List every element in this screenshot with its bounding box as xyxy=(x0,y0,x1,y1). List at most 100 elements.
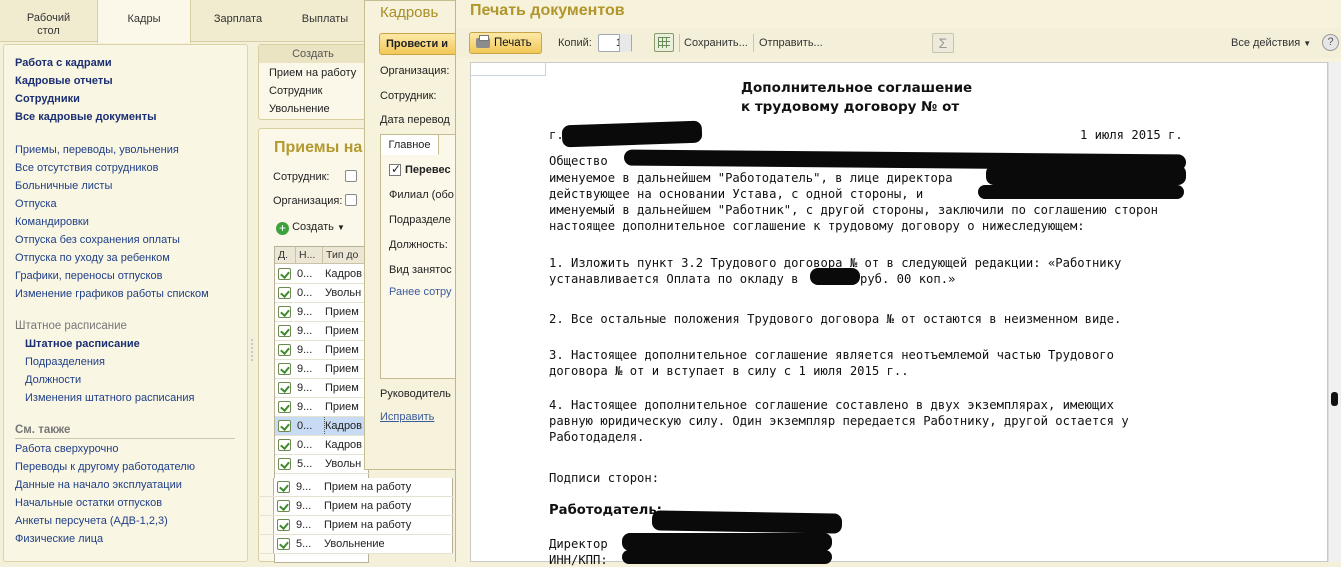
nav-link-business-trips[interactable]: Командировки xyxy=(15,216,89,228)
table-row[interactable]: 5... Увольнение xyxy=(258,535,453,554)
tab-payments[interactable]: Выплаты xyxy=(285,0,365,42)
nav-link-all-documents[interactable]: Все кадровые документы xyxy=(15,111,156,123)
row-number: 9... xyxy=(297,306,313,318)
doc-title-line2: к трудовому договору № от xyxy=(741,99,960,115)
dropdown-arrow-icon: ▼ xyxy=(336,223,345,232)
table-row[interactable]: 0... Кадров xyxy=(275,417,370,436)
table-edit-icon[interactable] xyxy=(654,33,674,52)
document-posted-icon xyxy=(278,268,291,280)
nav-link-adv-forms[interactable]: Анкеты персучета (АДВ-1,2,3) xyxy=(15,515,168,527)
table-row[interactable]: 9... Прием на работу xyxy=(258,478,453,497)
doc-title-line1: Дополнительное соглашение xyxy=(741,80,973,96)
scrollbar-thumb[interactable] xyxy=(1331,392,1338,406)
transfer-checkbox[interactable]: ✓ xyxy=(389,162,401,176)
table-row[interactable]: 0... Кадров xyxy=(275,265,370,284)
table-row[interactable]: 0... Увольн xyxy=(275,284,370,303)
doc-inn: ИНН/КПП: xyxy=(549,553,608,567)
employment-type-label: Вид занятос xyxy=(389,264,452,276)
table-row[interactable]: 9... Прием на работу xyxy=(258,497,453,516)
table-row[interactable]: 9... Прием xyxy=(275,398,370,417)
nav-link-kadry-work[interactable]: Работа с кадрами xyxy=(15,57,112,69)
doc-date: 1 июля 2015 г. xyxy=(1080,128,1183,142)
row-number: 0... xyxy=(297,287,313,299)
row-number: 9... xyxy=(296,519,312,531)
table-row[interactable]: 9... Прием xyxy=(275,379,370,398)
nav-link-positions[interactable]: Должности xyxy=(25,374,81,386)
print-button[interactable]: Печать xyxy=(469,32,542,54)
nav-link-absences[interactable]: Все отсутствия сотрудников xyxy=(15,162,158,174)
nav-link-initial-vacations[interactable]: Начальные остатки отпусков xyxy=(15,497,162,509)
help-icon[interactable]: ? xyxy=(1322,34,1339,51)
hr-document-window: Кадровь Провести и Организация: Сотрудни… xyxy=(364,0,460,470)
create-dismissal-item[interactable]: Увольнение xyxy=(269,103,330,115)
nav-link-initial-data[interactable]: Данные на начало эксплуатации xyxy=(15,479,182,491)
table-row[interactable]: 5... Увольн xyxy=(275,455,370,474)
nav-link-vacations[interactable]: Отпуска xyxy=(15,198,57,210)
tab-desktop[interactable]: Рабочий стол xyxy=(0,0,97,42)
redaction-mark xyxy=(622,533,832,551)
row-number: 9... xyxy=(296,500,312,512)
tab-salary[interactable]: Зарплата xyxy=(191,0,285,42)
nav-link-vacation-schedules[interactable]: Графики, переносы отпусков xyxy=(15,270,162,282)
create-menu-header: Создать xyxy=(259,45,367,63)
doc-p1-line2: именуемое в дальнейшем "Работодатель", в… xyxy=(549,171,953,185)
create-menu: Создать Прием на работу Сотрудник Увольн… xyxy=(258,44,368,120)
document-posted-icon xyxy=(278,439,291,451)
copies-spinner[interactable] xyxy=(619,34,631,52)
position-label: Должность: xyxy=(389,239,448,251)
section-tabs: Рабочий стол Кадры Зарплата Выплаты xyxy=(0,0,365,43)
org-filter-checkbox[interactable] xyxy=(345,194,357,206)
table-row[interactable]: 9... Прием xyxy=(275,341,370,360)
nav-link-schedule-changes[interactable]: Изменение графиков работы списком xyxy=(15,288,209,300)
column-header-date[interactable]: Д. xyxy=(275,247,296,264)
nav-link-overtime[interactable]: Работа сверхурочно xyxy=(15,443,118,455)
create-hire-item[interactable]: Прием на работу xyxy=(269,67,356,79)
nav-link-staffing[interactable]: Штатное расписание xyxy=(25,338,140,350)
create-employee-item[interactable]: Сотрудник xyxy=(269,85,322,97)
previous-link[interactable]: Ранее сотру xyxy=(389,286,452,298)
column-header-type[interactable]: Тип до xyxy=(323,247,370,264)
nav-link-sick-leaves[interactable]: Больничные листы xyxy=(15,180,112,192)
all-actions-menu[interactable]: Все действия ▼ xyxy=(1231,37,1311,49)
org-filter-label: Организация: xyxy=(273,195,343,207)
nav-link-employees[interactable]: Сотрудники xyxy=(15,93,80,105)
transfer-date-label: Дата перевод xyxy=(380,114,450,126)
table-row[interactable]: 9... Прием xyxy=(275,322,370,341)
table-row[interactable]: 9... Прием xyxy=(275,360,370,379)
doc-item3-line2: договора № от и вступает в силу с 1 июля… xyxy=(549,364,909,378)
row-type: Прием на работу xyxy=(324,500,412,512)
row-number: 0... xyxy=(297,439,313,451)
tab-main[interactable]: Главное xyxy=(381,135,439,155)
row-number: 5... xyxy=(297,458,313,470)
table-row[interactable]: 9... Прием на работу xyxy=(258,516,453,535)
nav-link-departments[interactable]: Подразделения xyxy=(25,356,105,368)
document-posted-icon xyxy=(278,401,291,413)
nav-link-transfers-other[interactable]: Переводы к другому работодателю xyxy=(15,461,195,473)
nav-link-childcare-leave[interactable]: Отпуска по уходу за ребенком xyxy=(15,252,170,264)
vertical-scrollbar[interactable] xyxy=(1328,62,1341,562)
save-button[interactable]: Сохранить... xyxy=(684,37,748,49)
tab-salary-label: Зарплата xyxy=(213,13,263,25)
column-header-number[interactable]: Н... xyxy=(296,247,323,264)
row-cells: 9... Прием на работу xyxy=(273,516,453,534)
fix-link[interactable]: Исправить xyxy=(380,411,434,423)
send-button[interactable]: Отправить... xyxy=(759,37,823,49)
tab-kadry[interactable]: Кадры xyxy=(97,0,191,43)
employee-filter-checkbox[interactable] xyxy=(345,170,357,182)
printer-icon xyxy=(476,35,490,48)
create-button[interactable]: + Создать ▼ xyxy=(276,221,345,235)
print-button-label: Печать xyxy=(494,37,532,49)
sum-icon[interactable]: Σ xyxy=(932,33,954,53)
nav-link-staffing-changes[interactable]: Изменения штатного расписания xyxy=(25,392,194,404)
nav-link-kadry-reports[interactable]: Кадровые отчеты xyxy=(15,75,113,87)
post-and-close-button[interactable]: Провести и xyxy=(379,33,459,55)
table-row[interactable]: 0... Кадров xyxy=(275,436,370,455)
nav-link-individuals[interactable]: Физические лица xyxy=(15,533,103,545)
nav-link-unpaid-leave[interactable]: Отпуска без сохранения оплаты xyxy=(15,234,180,246)
splitter-handle[interactable] xyxy=(250,338,254,362)
nav-link-hires-transfers[interactable]: Приемы, переводы, увольнения xyxy=(15,144,179,156)
table-row[interactable]: 9... Прием xyxy=(275,303,370,322)
redaction-mark xyxy=(651,510,843,534)
plus-icon: + xyxy=(276,222,289,235)
divider xyxy=(15,438,235,439)
